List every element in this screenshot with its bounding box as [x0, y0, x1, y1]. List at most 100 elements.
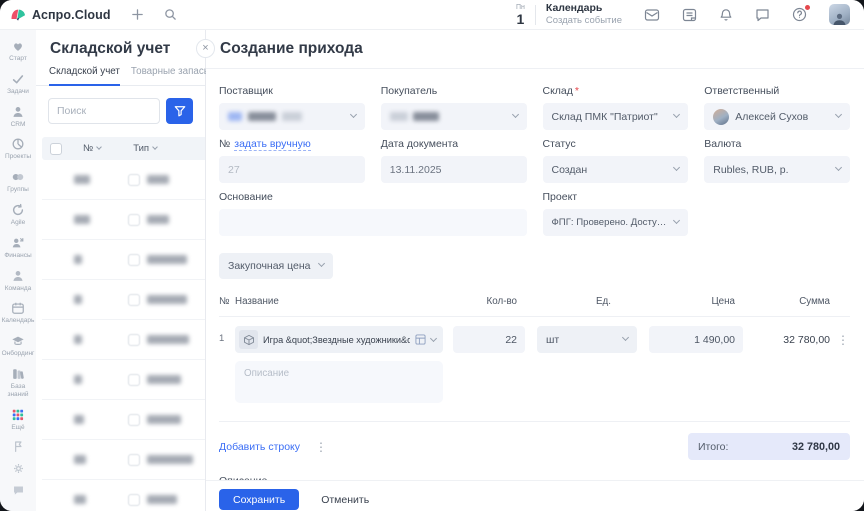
- notes-icon[interactable]: [682, 8, 697, 22]
- unit-select[interactable]: шт: [537, 326, 637, 353]
- sidebar-item-groups[interactable]: Группы: [0, 166, 36, 199]
- chevron-down-icon: [350, 111, 357, 118]
- select-all-checkbox[interactable]: [50, 143, 62, 155]
- table-row[interactable]: [42, 360, 205, 400]
- sidebar-item-label: Agile: [11, 219, 25, 227]
- form-footer: Сохранить Отменить: [206, 480, 864, 511]
- table-row[interactable]: [42, 280, 205, 320]
- quantity-input[interactable]: 22: [453, 326, 525, 353]
- buyer-select[interactable]: [381, 103, 527, 130]
- number-input[interactable]: 27: [219, 156, 365, 183]
- user-avatar[interactable]: [829, 4, 850, 25]
- sidebar-item-crm[interactable]: CRM: [0, 101, 36, 134]
- table-row[interactable]: [42, 320, 205, 360]
- buyer-label: Покупатель: [381, 85, 527, 97]
- product-cube-icon: [239, 330, 258, 349]
- responsible-select[interactable]: Алексей Сухов: [704, 103, 850, 130]
- date-widget[interactable]: Пн 1: [516, 4, 525, 26]
- sidebar-item-onboarding[interactable]: Онбординг: [0, 330, 36, 363]
- type-icon: [128, 254, 140, 266]
- left-panel-tabs: Складской учет Товарные запасы: [36, 66, 205, 86]
- column-type[interactable]: Тип: [133, 143, 157, 154]
- set-number-manually-link[interactable]: задать вручную: [234, 138, 311, 151]
- sidebar-item-label: Проекты: [5, 153, 31, 161]
- tab-warehouse-accounting[interactable]: Складской учет: [49, 66, 120, 86]
- sidebar-item-team[interactable]: Команда: [0, 265, 36, 298]
- item-row-number: 1: [219, 326, 235, 344]
- price-input[interactable]: 1 490,00: [649, 326, 743, 353]
- sidebar-item-agile[interactable]: Agile: [0, 199, 36, 232]
- tab-stock[interactable]: Товарные запасы: [131, 66, 211, 85]
- supplier-label: Поставщик: [219, 85, 365, 97]
- row-menu-icon[interactable]: ⋮: [836, 334, 850, 346]
- sidebar-item-tasks[interactable]: Задачи: [0, 68, 36, 101]
- warehouse-select[interactable]: Склад ПМК "Патриот": [543, 103, 689, 130]
- table-row[interactable]: [42, 160, 205, 200]
- chevron-down-icon: [835, 111, 842, 118]
- item-row: 1 Игра &quot;Звездные художники&quot; 22: [219, 326, 850, 353]
- table-row[interactable]: [42, 240, 205, 280]
- extra-chat-icon: [12, 484, 25, 497]
- table-row[interactable]: [42, 400, 205, 440]
- sidebar-item-extra-chat[interactable]: [0, 480, 36, 502]
- redacted-type: [128, 214, 169, 226]
- supplier-select[interactable]: [219, 103, 365, 130]
- sidebar-item-extra-flag[interactable]: [0, 436, 36, 458]
- search-input[interactable]: [48, 98, 160, 124]
- catalog-grid-icon[interactable]: [415, 334, 426, 345]
- main-sidebar: СтартЗадачиCRMПроектыГруппыAgileФинансыК…: [0, 30, 36, 511]
- table-row[interactable]: [42, 480, 205, 511]
- type-icon: [128, 494, 140, 506]
- chevron-down-icon: [673, 164, 680, 171]
- mail-icon[interactable]: [644, 8, 660, 22]
- sort-chevron-icon: [96, 144, 102, 150]
- extra-gear-icon: [12, 462, 25, 475]
- search-icon[interactable]: [164, 8, 177, 21]
- filter-button[interactable]: [166, 98, 193, 124]
- save-button[interactable]: Сохранить: [219, 489, 299, 510]
- total-box: Итого: 32 780,00: [688, 433, 850, 460]
- table-row[interactable]: [42, 440, 205, 480]
- currency-select[interactable]: Rubles, RUB, р.: [704, 156, 850, 183]
- cancel-button[interactable]: Отменить: [315, 493, 375, 507]
- add-row-link[interactable]: Добавить строку: [219, 441, 300, 453]
- sidebar-item-label: CRM: [11, 121, 26, 129]
- close-icon[interactable]: ×: [196, 39, 215, 58]
- sidebar-item-knowledge[interactable]: База знаний: [0, 363, 36, 404]
- sidebar-item-extra-gear[interactable]: [0, 458, 36, 480]
- redacted-number: [74, 255, 82, 264]
- basis-input[interactable]: [219, 209, 527, 236]
- app-logo[interactable]: Аспро.Cloud: [10, 7, 111, 23]
- add-row-menu-icon[interactable]: ⋮: [315, 441, 327, 453]
- calendar-create-event-link[interactable]: Создать событие: [546, 15, 622, 27]
- sidebar-item-finance[interactable]: Финансы: [0, 232, 36, 265]
- help-icon[interactable]: [792, 7, 807, 22]
- document-date-input[interactable]: 13.11.2025: [381, 156, 527, 183]
- column-number[interactable]: №: [83, 143, 101, 154]
- project-select[interactable]: ФПГ: Проверено. Доступно - вык..: [543, 209, 689, 236]
- sidebar-item-start[interactable]: Старт: [0, 35, 36, 68]
- list-rows: [42, 160, 205, 511]
- sidebar-item-label: Календарь: [2, 317, 35, 325]
- status-select[interactable]: Создан: [543, 156, 689, 183]
- product-select[interactable]: Игра &quot;Звездные художники&quot;: [235, 326, 443, 353]
- redacted-number: [74, 175, 90, 184]
- sidebar-item-projects[interactable]: Проекты: [0, 133, 36, 166]
- more-grid-icon: [11, 408, 25, 422]
- table-row[interactable]: [42, 200, 205, 240]
- sidebar-item-calendar[interactable]: Календарь: [0, 297, 36, 330]
- bell-icon[interactable]: [719, 8, 733, 22]
- create-plus-icon[interactable]: [131, 8, 144, 21]
- sort-chevron-icon: [152, 144, 158, 150]
- chat-icon[interactable]: [755, 8, 770, 22]
- sidebar-item-label: Старт: [9, 55, 27, 63]
- type-icon: [128, 214, 140, 226]
- item-description-input[interactable]: [235, 361, 443, 403]
- redacted-text: [282, 112, 302, 121]
- price-type-select[interactable]: Закупочная цена: [219, 253, 333, 279]
- page-title: Создание прихода: [220, 40, 864, 58]
- type-icon: [128, 294, 140, 306]
- sidebar-item-more-grid[interactable]: Ещё: [0, 404, 36, 437]
- redacted-type: [128, 414, 181, 426]
- calendar-widget[interactable]: Календарь Создать событие: [546, 2, 622, 27]
